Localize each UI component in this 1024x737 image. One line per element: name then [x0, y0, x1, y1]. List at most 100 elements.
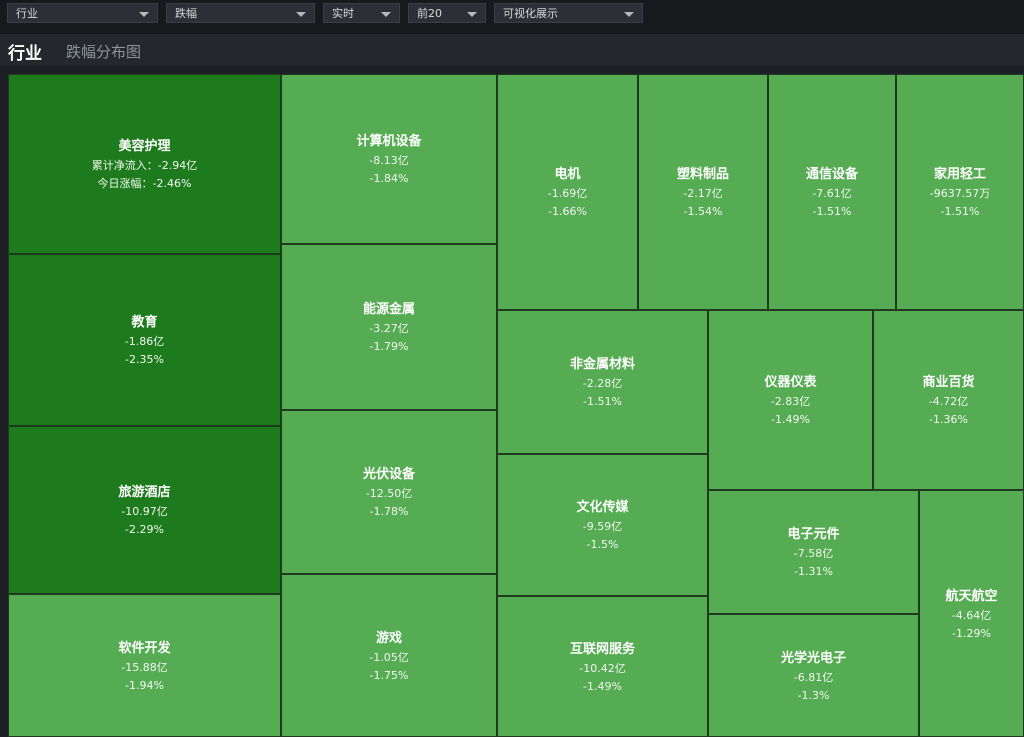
tile-name: 家用轻工	[933, 167, 986, 182]
tile-name: 美容护理	[118, 139, 171, 154]
tile-change: -1.51%	[812, 205, 852, 218]
tile-change: -1.78%	[369, 505, 409, 518]
treemap-tile[interactable]: 电子元件 -7.58亿 -1.31%	[708, 490, 919, 614]
tile-name: 文化传媒	[576, 500, 629, 515]
tile-name: 电机	[554, 167, 581, 182]
treemap-tile[interactable]: 旅游酒店 -10.97亿 -2.29%	[8, 426, 281, 594]
treemap-tile[interactable]: 计算机设备 -8.13亿 -1.84%	[281, 74, 497, 244]
tile-flow: -3.27亿	[369, 322, 409, 335]
tile-name: 游戏	[375, 630, 402, 646]
treemap-tile[interactable]: 文化传媒 -9.59亿 -1.5%	[497, 454, 708, 596]
tile-change: -1.66%	[548, 205, 587, 218]
tile-name: 仪器仪表	[764, 375, 817, 390]
tile-flow: -7.58亿	[793, 547, 834, 560]
treemap-tile[interactable]: 电机 -1.69亿 -1.66%	[497, 74, 638, 310]
tile-name: 通信设备	[805, 167, 858, 182]
tile-flow: -10.97亿	[121, 505, 168, 518]
tile-name: 光学光电子	[780, 650, 846, 666]
tile-flow: 累计净流入：-2.94亿	[91, 159, 198, 172]
chevron-down-icon	[624, 12, 634, 17]
treemap-tile[interactable]: 家用轻工 -9637.57万 -1.51%	[896, 74, 1024, 310]
tile-name: 软件开发	[118, 640, 171, 656]
treemap-tile[interactable]: 仪器仪表 -2.83亿 -1.49%	[708, 310, 873, 490]
tile-change: -1.49%	[771, 413, 810, 426]
tile-change: -1.54%	[683, 205, 723, 218]
tile-change: -1.94%	[125, 678, 164, 692]
treemap-tile[interactable]: 塑料制品 -2.17亿 -1.54%	[638, 74, 768, 310]
tile-flow: -1.05亿	[369, 650, 409, 664]
tile-change: -2.35%	[125, 353, 164, 366]
tile-flow: -8.13亿	[369, 154, 409, 167]
treemap-tile[interactable]: 通信设备 -7.61亿 -1.51%	[768, 74, 896, 310]
tile-flow: -4.64亿	[951, 608, 992, 622]
view-dropdown[interactable]: 可视化展示	[494, 3, 643, 23]
tile-change: -2.29%	[125, 523, 164, 536]
tile-name: 塑料制品	[676, 167, 729, 182]
tile-flow: -7.61亿	[812, 187, 852, 200]
tile-flow: -2.17亿	[683, 187, 723, 200]
tile-name: 航天航空	[945, 588, 998, 604]
tile-change: -1.84%	[369, 172, 409, 185]
tile-flow: -1.69亿	[547, 187, 588, 200]
tile-flow: -15.88亿	[121, 660, 168, 674]
tile-change: -1.29%	[952, 626, 991, 640]
tile-name: 计算机设备	[356, 134, 422, 149]
treemap-tile[interactable]: 游戏 -1.05亿 -1.75%	[281, 574, 497, 737]
toolbar: 行业 跌幅 实时 前20 可视化展示	[0, 0, 1024, 34]
period-dropdown[interactable]: 实时	[323, 3, 400, 23]
tile-change: -1.49%	[583, 679, 622, 693]
tile-change: 今日涨幅：-2.46%	[97, 177, 192, 190]
treemap-tile[interactable]: 能源金属 -3.27亿 -1.79%	[281, 244, 497, 410]
tile-change: -1.51%	[583, 395, 622, 408]
tile-change: -1.36%	[929, 413, 968, 426]
treemap-tile[interactable]: 软件开发 -15.88亿 -1.94%	[8, 594, 281, 737]
tile-flow: -4.72亿	[928, 395, 969, 408]
page-subtitle: 跌幅分布图	[66, 43, 142, 61]
chevron-down-icon	[139, 12, 149, 17]
treemap: 美容护理 累计净流入：-2.94亿 今日涨幅：-2.46% 教育 -1.86亿 …	[8, 74, 1024, 737]
tile-change: -1.79%	[369, 340, 409, 353]
tile-change: -1.3%	[797, 688, 830, 702]
tile-change: -1.51%	[940, 205, 980, 218]
period-dropdown-value: 实时	[332, 7, 354, 20]
tile-flow: -9.59亿	[582, 520, 623, 533]
tile-flow: -2.28亿	[582, 377, 623, 390]
treemap-tile[interactable]: 航天航空 -4.64亿 -1.29%	[919, 490, 1024, 737]
tile-name: 非金属材料	[569, 357, 635, 372]
metric-dropdown[interactable]: 跌幅	[166, 3, 315, 23]
treemap-tile[interactable]: 教育 -1.86亿 -2.35%	[8, 254, 281, 426]
tile-change: -1.5%	[586, 538, 619, 551]
topn-dropdown[interactable]: 前20	[408, 3, 486, 23]
tile-flow: -6.81亿	[793, 670, 834, 684]
treemap-tile[interactable]: 互联网服务 -10.42亿 -1.49%	[497, 596, 708, 737]
treemap-tile[interactable]: 光伏设备 -12.50亿 -1.78%	[281, 410, 497, 574]
tile-name: 商业百货	[922, 375, 975, 390]
treemap-tile[interactable]: 光学光电子 -6.81亿 -1.3%	[708, 614, 919, 737]
metric-dropdown-value: 跌幅	[175, 7, 197, 20]
tile-flow: -10.42亿	[579, 661, 626, 675]
tile-name: 互联网服务	[569, 641, 635, 657]
header-bar: 行业 跌幅分布图	[0, 34, 1024, 66]
tile-name: 教育	[131, 315, 158, 330]
tile-name: 旅游酒店	[118, 485, 171, 500]
chevron-down-icon	[296, 12, 306, 17]
tile-flow: -1.86亿	[124, 335, 165, 348]
chevron-down-icon	[381, 12, 391, 17]
tile-flow: -12.50亿	[365, 487, 413, 500]
category-dropdown-value: 行业	[16, 7, 38, 20]
tile-change: -1.31%	[794, 565, 833, 578]
topn-dropdown-value: 前20	[417, 7, 442, 20]
page-title: 行业	[8, 44, 42, 64]
tile-flow: -2.83亿	[770, 395, 811, 408]
tile-change: -1.75%	[369, 668, 409, 682]
tile-flow: -9637.57万	[929, 187, 991, 200]
tile-name: 能源金属	[362, 302, 415, 317]
treemap-tile[interactable]: 非金属材料 -2.28亿 -1.51%	[497, 310, 708, 454]
treemap-tile[interactable]: 商业百货 -4.72亿 -1.36%	[873, 310, 1024, 490]
chevron-down-icon	[467, 12, 477, 17]
tile-name: 光伏设备	[362, 467, 415, 482]
view-dropdown-value: 可视化展示	[503, 7, 558, 20]
category-dropdown[interactable]: 行业	[7, 3, 158, 23]
tile-name: 电子元件	[787, 527, 840, 542]
treemap-tile[interactable]: 美容护理 累计净流入：-2.94亿 今日涨幅：-2.46%	[8, 74, 281, 254]
